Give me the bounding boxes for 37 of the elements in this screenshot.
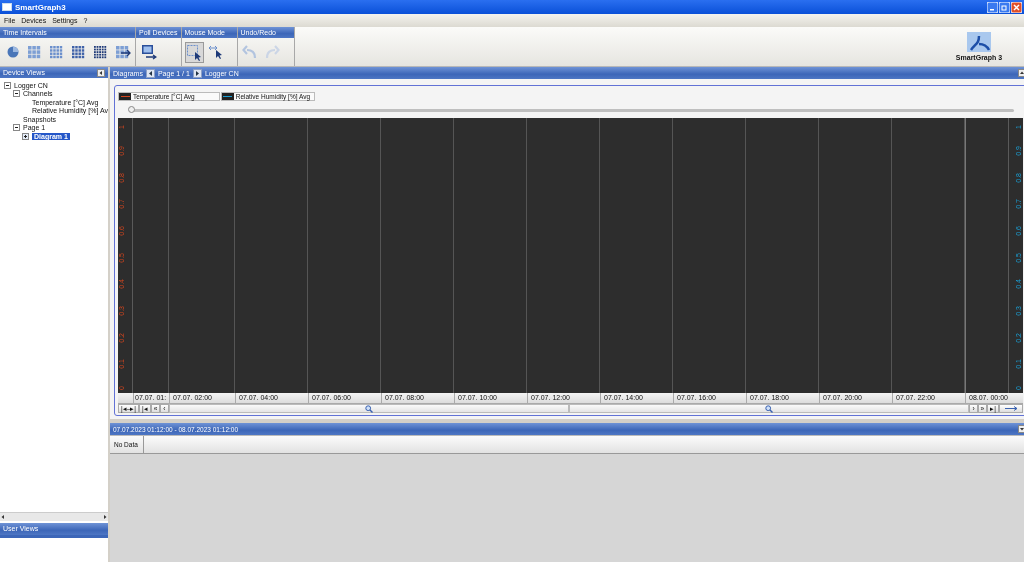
collapse-icon[interactable]: [4, 81, 11, 89]
caret-right-icon: [194, 70, 200, 76]
calendar-icon: [26, 43, 43, 61]
logo-icon: [967, 32, 991, 52]
redo-icon: [264, 43, 280, 61]
fit-width-icon: [1003, 406, 1018, 411]
time-slider[interactable]: [131, 108, 1014, 112]
collapse-left-icon[interactable]: [97, 68, 105, 77]
restore-icon[interactable]: [999, 1, 1010, 13]
dropdown-icon[interactable]: [1017, 425, 1024, 433]
undo-icon: [242, 43, 258, 61]
pan-cursor-icon: [208, 43, 224, 61]
previous-page-button[interactable]: [145, 68, 155, 78]
scroll-right-icon[interactable]: [102, 514, 108, 520]
scroll-left-icon[interactable]: [0, 514, 6, 520]
zoom-icon[interactable]: [364, 404, 373, 413]
select-cursor-button[interactable]: [184, 41, 204, 63]
expand-icon[interactable]: [22, 132, 29, 140]
close-icon[interactable]: [1011, 1, 1022, 13]
calendar-icon: [92, 43, 109, 61]
minimize-icon[interactable]: [987, 1, 998, 13]
calendar-icon: [70, 43, 87, 61]
scrollbar[interactable]: [0, 512, 108, 521]
caret-left-icon: [147, 70, 153, 76]
select-cursor-icon: [186, 43, 202, 61]
calendar-icon: [48, 43, 65, 61]
collapse-icon[interactable]: [13, 90, 20, 98]
collapse-icon[interactable]: [13, 124, 20, 132]
next-page-button[interactable]: [192, 68, 202, 78]
window-title: SmartGraph3: [15, 2, 67, 12]
slider-thumb[interactable]: [128, 105, 135, 113]
app-icon: [2, 3, 12, 11]
zoom-icon[interactable]: [765, 404, 774, 413]
collapse-up-icon[interactable]: [1017, 69, 1024, 77]
calendar-arrow-icon: [114, 43, 131, 61]
fit-button[interactable]: [998, 404, 1023, 413]
monitor-arrow-icon: [140, 43, 157, 61]
